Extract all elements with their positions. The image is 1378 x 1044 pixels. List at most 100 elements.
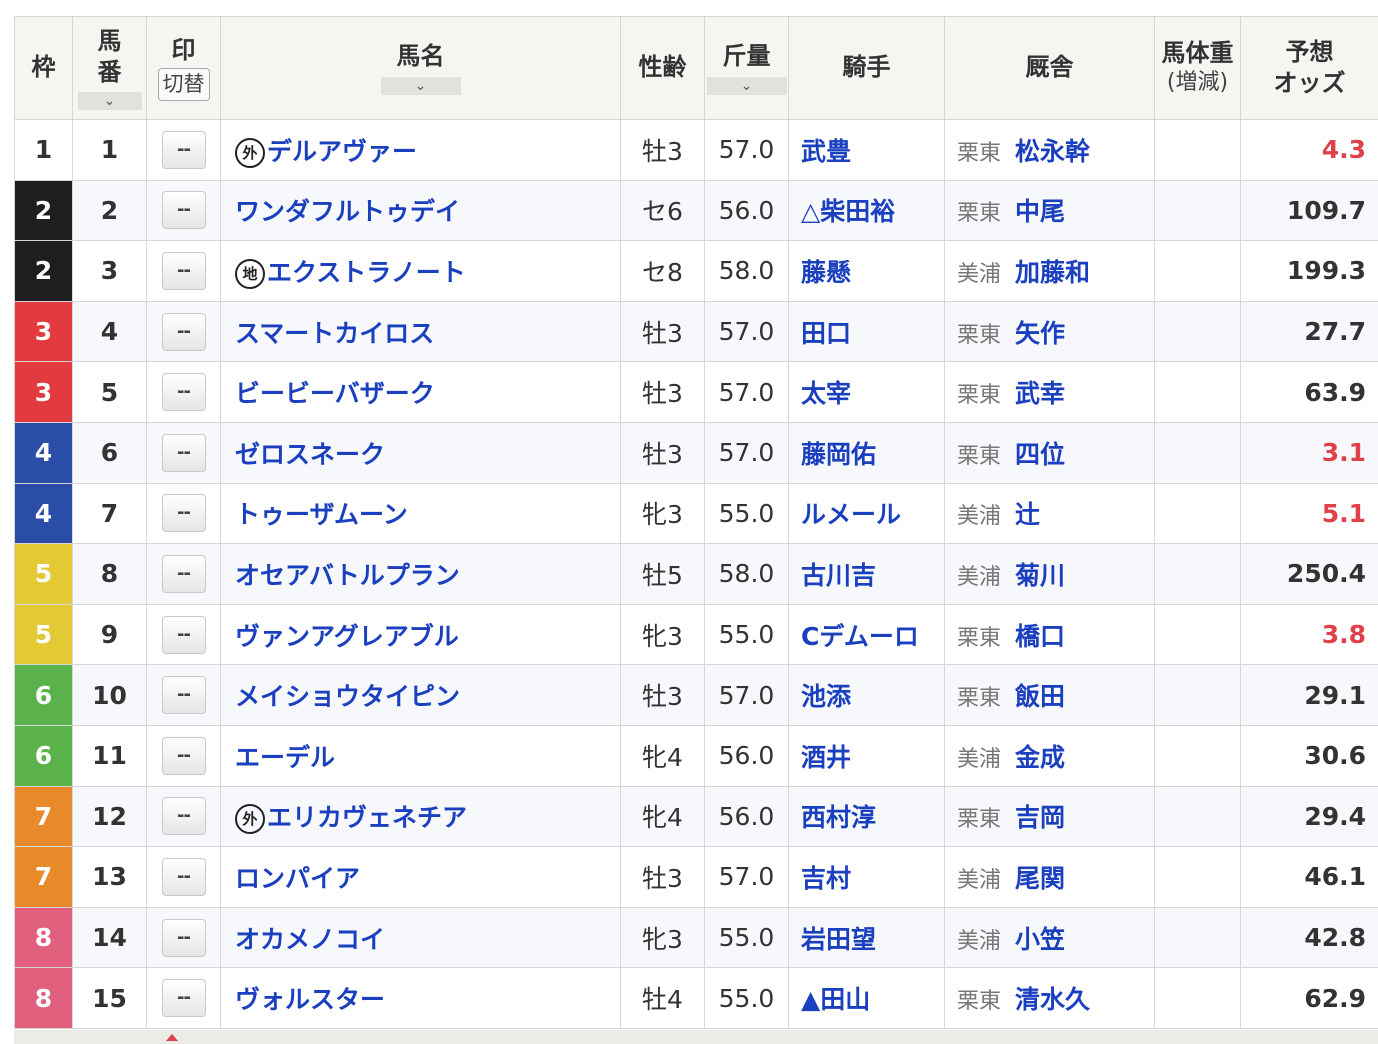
horse-name-sort-button[interactable]: ⌄ (380, 76, 461, 95)
origin-badge-icon: 地 (235, 258, 265, 289)
jockey-link[interactable]: △柴田裕 (801, 197, 895, 226)
mark-select-button[interactable]: -- (161, 797, 206, 836)
body-weight-cell (1154, 421, 1241, 484)
mark-select-button[interactable]: -- (161, 251, 206, 290)
horse-name-cell: 地エクストラノート (220, 240, 621, 302)
jockey-link[interactable]: 池添 (801, 682, 851, 711)
jockey-link[interactable]: Cデムーロ (801, 622, 919, 651)
horse-name-link[interactable]: エクストラノート (267, 258, 466, 287)
jockey-link[interactable]: 西村淳 (801, 803, 876, 832)
horse-name-link[interactable]: ロンパイア (235, 864, 360, 893)
mark-cell: -- (146, 240, 221, 302)
horse-name-link[interactable]: メイショウタイピン (235, 682, 460, 711)
jockey-link[interactable]: 吉村 (801, 864, 851, 893)
sex-age-cell: 牝3 (620, 603, 705, 666)
jockey-link[interactable]: 岩田望 (801, 925, 876, 954)
mark-select-button[interactable]: -- (161, 554, 206, 593)
horse-number: 4 (100, 317, 119, 347)
jockey-link[interactable]: 酒井 (801, 743, 851, 772)
odds-cell: 29.4 (1240, 785, 1378, 848)
table-row: 2 3 -- 地エクストラノート セ8 58.0 藤懸 美浦 加藤和 199.3 (14, 240, 1378, 302)
jockey-link[interactable]: 古川吉 (801, 561, 876, 590)
body-weight-cell (1154, 179, 1241, 242)
header-umaban[interactable]: 馬 番 ⌄ (72, 16, 147, 120)
horse-name-link[interactable]: エーデル (235, 743, 335, 772)
horse-number-cell: 8 (72, 543, 147, 605)
trainer-link[interactable]: 辻 (1015, 500, 1040, 529)
frame-number-cell: 1 (14, 119, 73, 181)
horse-name-link[interactable]: オセアバトルプラン (235, 561, 460, 590)
frame-number-cell: 6 (14, 664, 73, 726)
header-odds-label-1: 予想 (1285, 37, 1334, 66)
carried-weight: 57.0 (718, 135, 775, 165)
header-weight[interactable]: 斤量 ⌄ (704, 16, 789, 120)
trainer-link[interactable]: 飯田 (1015, 682, 1065, 711)
jockey-link[interactable]: 藤懸 (801, 258, 851, 287)
mark-select-button[interactable]: -- (161, 736, 206, 775)
mark-select-button[interactable]: -- (161, 494, 206, 533)
jockey-link[interactable]: 武豊 (801, 137, 851, 166)
jockey-link[interactable]: ▲田山 (801, 985, 870, 1014)
jockey-link[interactable]: 田口 (801, 319, 851, 348)
sex-age: 牡3 (642, 439, 683, 469)
table-row: 5 8 -- オセアバトルプラン 牡5 58.0 古川吉 美浦 菊川 250.4 (14, 543, 1378, 605)
trainer-link[interactable]: 菊川 (1015, 561, 1065, 590)
trainer-link[interactable]: 武幸 (1015, 379, 1065, 408)
horse-name-cell: メイショウタイピン (220, 664, 621, 726)
trainer-area: 美浦 (957, 504, 1002, 530)
horse-name-link[interactable]: デルアヴァー (267, 137, 417, 166)
trainer-link[interactable]: 清水久 (1015, 985, 1090, 1014)
trainer-link[interactable]: 加藤和 (1015, 258, 1090, 287)
trainer-area: 栗東 (957, 989, 1002, 1015)
jockey-link[interactable]: 藤岡佑 (801, 440, 876, 469)
odds-cell: 62.9 (1240, 967, 1378, 1029)
trainer-link[interactable]: 矢作 (1015, 319, 1065, 348)
trainer-link[interactable]: 吉岡 (1015, 803, 1065, 832)
mark-select-button[interactable]: -- (161, 857, 206, 896)
mark-select-button[interactable]: -- (161, 433, 206, 472)
frame-number: 2 (34, 195, 53, 225)
horse-name-link[interactable]: ワンダフルトゥデイ (235, 197, 460, 226)
mark-select-button[interactable]: -- (161, 918, 206, 957)
horse-number: 1 (100, 135, 119, 165)
weight-sort-button[interactable]: ⌄ (706, 76, 787, 95)
table-row: 4 6 -- ゼロスネーク 牡3 57.0 藤岡佑 栗東 四位 3.1 (14, 421, 1378, 484)
header-horse-name[interactable]: 馬名 ⌄ (220, 16, 621, 120)
mark-cell: -- (146, 179, 221, 242)
horse-name-link[interactable]: スマートカイロス (235, 319, 434, 348)
mark-select-button[interactable]: -- (161, 979, 206, 1018)
table-row: 6 11 -- エーデル 牝4 56.0 酒井 美浦 金成 30.6 (14, 724, 1378, 787)
header-sex-age: 性齢 (620, 16, 705, 120)
mark-toggle-button[interactable]: 切替 (157, 67, 210, 102)
horse-name-link[interactable]: ゼロスネーク (235, 440, 385, 469)
carried-weight: 57.0 (718, 317, 775, 347)
odds-value: 109.7 (1286, 195, 1366, 225)
trainer-area: 栗東 (957, 625, 1002, 651)
mark-select-button[interactable]: -- (161, 373, 206, 412)
jockey-link[interactable]: 太宰 (801, 379, 851, 408)
trainer-link[interactable]: 尾関 (1015, 864, 1065, 893)
chevron-down-icon: ⌄ (740, 77, 753, 94)
umaban-sort-button[interactable]: ⌄ (77, 92, 142, 111)
trainer-link[interactable]: 松永幹 (1015, 137, 1090, 166)
mark-select-button[interactable]: -- (161, 191, 206, 230)
horse-name-link[interactable]: ヴァンアグレアブル (235, 622, 459, 651)
horse-name-link[interactable]: ビービーバザーク (235, 379, 435, 408)
mark-cell: -- (146, 361, 221, 423)
mark-select-button[interactable]: -- (161, 676, 206, 715)
sex-age: 牡5 (642, 560, 683, 590)
jockey-link[interactable]: ルメール (801, 500, 901, 529)
trainer-link[interactable]: 橋口 (1015, 622, 1065, 651)
trainer-link[interactable]: 小笠 (1015, 925, 1065, 954)
trainer-link[interactable]: 中尾 (1015, 197, 1065, 226)
horse-name-link[interactable]: トゥーザムーン (235, 500, 408, 529)
mark-select-button[interactable]: -- (161, 615, 206, 654)
horse-name-link[interactable]: オカメノコイ (235, 925, 385, 954)
sex-age-cell: 牝4 (620, 785, 705, 848)
horse-name-link[interactable]: ヴォルスター (235, 985, 385, 1014)
mark-select-button[interactable]: -- (161, 130, 206, 169)
trainer-link[interactable]: 四位 (1015, 440, 1065, 469)
mark-select-button[interactable]: -- (161, 312, 206, 351)
horse-name-link[interactable]: エリカヴェネチア (267, 803, 467, 832)
trainer-link[interactable]: 金成 (1015, 743, 1065, 772)
